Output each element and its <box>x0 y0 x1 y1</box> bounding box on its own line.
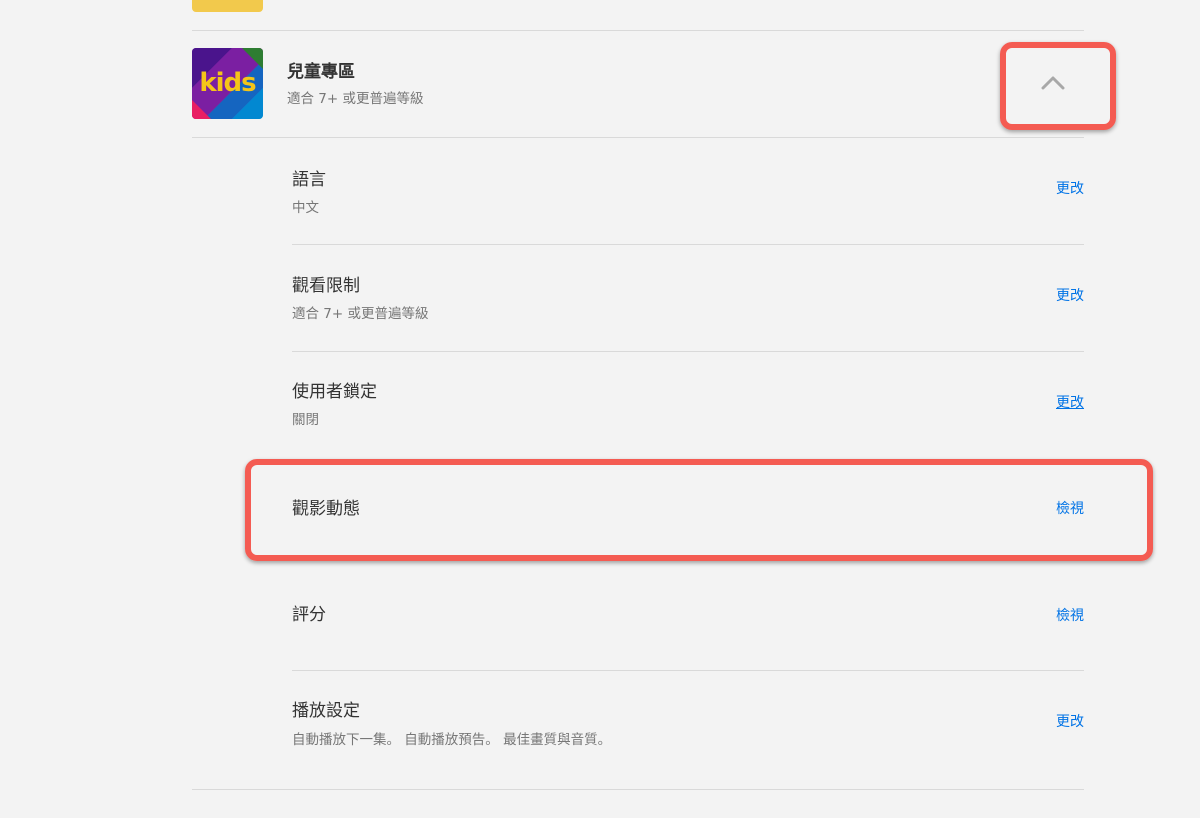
profile-maturity-rating: 適合 7+ 或更普遍等級 <box>287 91 424 107</box>
divider <box>292 244 1084 245</box>
setting-title: 觀看限制 <box>292 276 360 296</box>
setting-description: 關閉 <box>292 412 319 428</box>
setting-title: 播放設定 <box>292 701 360 721</box>
viewing-restrictions-change-link[interactable]: 更改 <box>1056 286 1084 306</box>
divider <box>192 30 1084 31</box>
language-change-link[interactable]: 更改 <box>1056 179 1084 199</box>
divider <box>292 670 1084 671</box>
viewing-activity-highlight <box>245 459 1153 561</box>
collapse-button-highlight <box>1000 42 1116 130</box>
setting-title: 評分 <box>292 605 326 625</box>
setting-description: 中文 <box>292 200 319 216</box>
setting-title: 使用者鎖定 <box>292 382 377 402</box>
playback-settings-change-link[interactable]: 更改 <box>1056 712 1084 732</box>
kids-profile-avatar: kids <box>192 48 263 119</box>
divider <box>292 351 1084 352</box>
setting-description: 適合 7+ 或更普遍等級 <box>292 306 429 322</box>
setting-description: 自動播放下一集。 自動播放預告。 最佳畫質與音質。 <box>292 732 612 748</box>
kids-logo-text: kids <box>199 68 256 98</box>
divider <box>192 137 1084 138</box>
divider <box>192 789 1084 790</box>
profile-lock-change-link[interactable]: 更改 <box>1056 393 1084 413</box>
ratings-view-link[interactable]: 檢視 <box>1056 606 1084 626</box>
setting-title: 語言 <box>292 170 326 190</box>
profile-name: 兒童專區 <box>287 62 355 82</box>
previous-profile-avatar[interactable] <box>192 0 263 12</box>
